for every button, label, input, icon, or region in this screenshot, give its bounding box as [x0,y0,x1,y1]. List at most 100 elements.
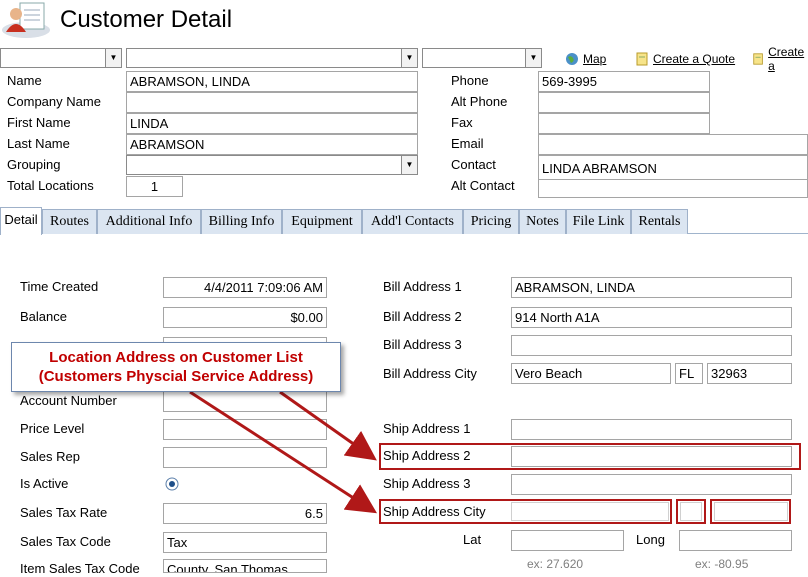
chevron-down-icon[interactable]: ▼ [401,49,417,67]
ship-address-1-label: Ship Address 1 [383,421,471,436]
email-label: Email [451,136,484,151]
map-button[interactable]: Map [565,49,606,69]
bill-address-2-field[interactable]: 914 North A1A [511,307,792,328]
contact-label: Contact [451,157,496,172]
name-field[interactable]: ABRAMSON, LINDA [126,71,418,92]
total-locations-field[interactable]: 1 [126,176,183,197]
is-active-label: Is Active [20,476,69,491]
phone-label: Phone [451,73,489,88]
bill-address-1-field[interactable]: ABRAMSON, LINDA [511,277,792,298]
quote-icon [753,53,763,65]
long-label: Long [636,532,665,547]
phone-field[interactable]: 569-3995 [538,71,710,92]
alt-contact-field[interactable] [538,179,808,198]
tab-billing-info[interactable]: Billing Info [201,209,282,234]
grouping-combo[interactable]: ▼ [126,155,418,175]
bill-state-field[interactable]: FL [675,363,703,384]
filter-combo-2[interactable]: ▼ [126,48,418,68]
ship-address-3-label: Ship Address 3 [383,476,471,491]
name-label: Name [7,73,42,88]
tab-notes[interactable]: Notes [519,209,566,234]
bill-city-field[interactable]: Vero Beach [511,363,671,384]
company-field[interactable] [126,92,418,113]
tab-addl-contacts[interactable]: Add'l Contacts [362,209,463,234]
sales-rep-label: Sales Rep [20,449,80,464]
tab-additional-info[interactable]: Additional Info [97,209,201,234]
chevron-down-icon[interactable]: ▼ [525,49,541,67]
bill-address-city-label: Bill Address City [383,366,477,381]
tab-detail[interactable]: Detail [0,207,42,235]
last-name-label: Last Name [7,136,70,151]
annotation-callout: Location Address on Customer List (Custo… [11,342,341,392]
lat-hint: ex: 27.620 [527,557,584,571]
callout-line-1: Location Address on Customer List [49,349,303,366]
item-sales-tax-field[interactable]: County, San Thomas [163,559,327,573]
create-button-2[interactable]: Create a [752,45,808,73]
callout-line-2: (Customers Physcial Service Address) [38,368,314,385]
page-title: Customer Detail [60,6,233,33]
tab-rentals[interactable]: Rentals [631,209,688,234]
tab-pricing[interactable]: Pricing [463,209,519,234]
lat-field[interactable] [511,530,624,551]
tab-routes[interactable]: Routes [42,209,97,234]
ship-address-2-label: Ship Address 2 [383,448,471,463]
long-hint: ex: -80.95 [695,557,749,571]
bill-address-3-field[interactable] [511,335,792,356]
ship-address-city-label: Ship Address City [383,504,486,519]
last-name-field[interactable]: ABRAMSON [126,134,418,155]
bill-address-3-label: Bill Address 3 [383,337,462,352]
tab-equipment[interactable]: Equipment [282,209,362,234]
lat-label: Lat [463,532,482,547]
ship-address-2-field[interactable] [511,446,792,467]
fax-field[interactable] [538,113,710,134]
item-sales-tax-label: Item Sales Tax Code [20,561,140,576]
tab-strip: Detail Routes Additional Info Billing In… [0,207,808,235]
time-created-field[interactable]: 4/4/2011 7:09:06 AM [163,277,327,298]
ship-state-field[interactable] [680,502,702,521]
alt-contact-label: Alt Contact [451,178,515,193]
chevron-down-icon[interactable]: ▼ [105,49,121,67]
create-quote-label: Create a Quote [653,52,736,66]
ship-address-3-field[interactable] [511,474,792,495]
sales-tax-code-field[interactable]: Tax [163,532,327,553]
time-created-label: Time Created [20,279,99,294]
bill-address-1-label: Bill Address 1 [383,279,462,294]
sales-tax-rate-label: Sales Tax Rate [20,505,108,520]
price-level-label: Price Level [20,421,85,436]
quote-icon [636,52,648,66]
create-label-2: Create a [768,45,805,73]
sales-rep-field[interactable] [163,447,327,468]
ship-zip-field[interactable] [714,502,788,521]
price-level-field[interactable] [163,419,327,440]
fax-label: Fax [451,115,473,130]
first-name-field[interactable]: LINDA [126,113,418,134]
account-number-label: Account Number [20,393,117,408]
account-number-field[interactable] [163,391,327,412]
ship-address-1-field[interactable] [511,419,792,440]
bill-zip-field[interactable]: 32963 [707,363,792,384]
filter-combo-3[interactable]: ▼ [422,48,542,68]
grouping-label: Grouping [7,157,61,172]
sales-tax-rate-field[interactable]: 6.5 [163,503,327,524]
balance-field[interactable]: $0.00 [163,307,327,328]
is-active-radio[interactable] [165,477,179,491]
alt-phone-field[interactable] [538,92,710,113]
sales-tax-code-label: Sales Tax Code [20,534,111,549]
tab-file-link[interactable]: File Link [566,209,631,234]
ship-city-field[interactable] [511,502,669,521]
chevron-down-icon[interactable]: ▼ [401,156,417,174]
first-name-label: First Name [7,115,71,130]
total-locations-label: Total Locations [7,178,94,193]
contact-field[interactable]: LINDA ABRAMSON [538,155,808,180]
customer-app-icon [2,2,50,38]
globe-icon [566,53,578,65]
create-quote-button[interactable]: Create a Quote [635,49,735,69]
long-field[interactable] [679,530,792,551]
map-label: Map [583,52,607,66]
filter-combo-1[interactable]: ▼ [0,48,122,68]
alt-phone-label: Alt Phone [451,94,508,109]
bill-address-2-label: Bill Address 2 [383,309,462,324]
company-label: Company Name [7,94,101,109]
balance-label: Balance [20,309,67,324]
email-field[interactable] [538,134,808,155]
